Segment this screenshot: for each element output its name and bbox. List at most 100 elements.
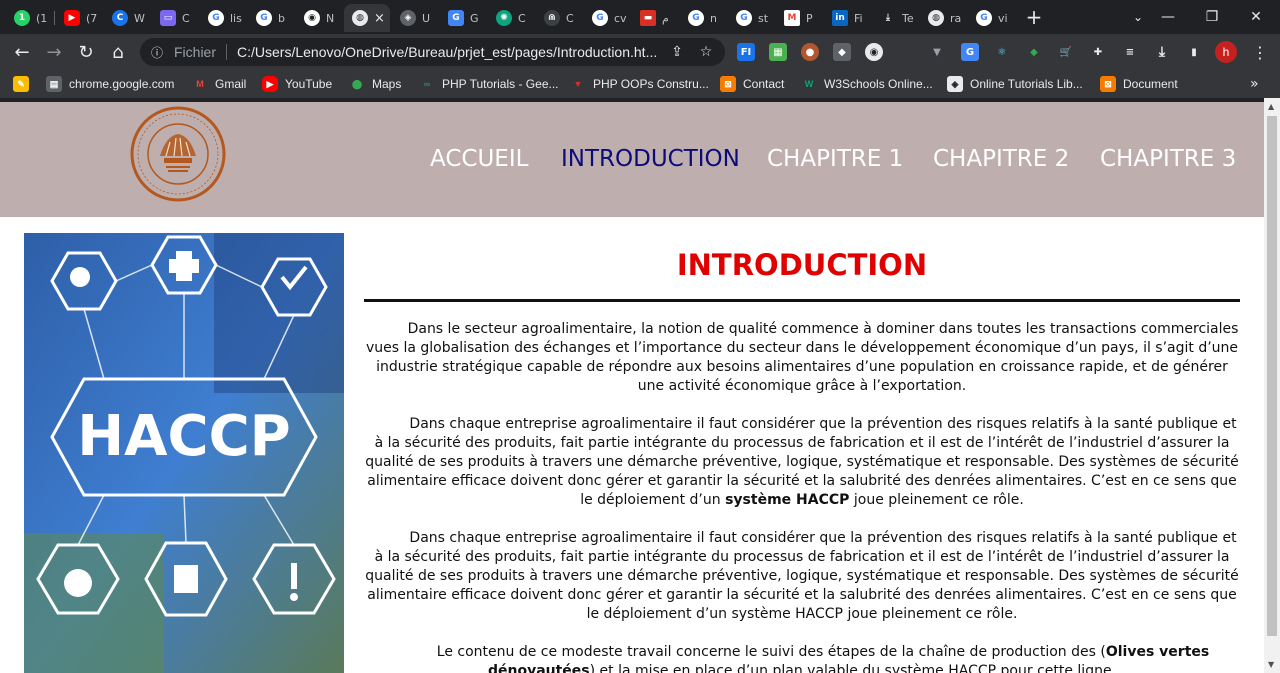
close-icon[interactable]: × [374, 11, 385, 26]
bookmark[interactable]: ⊠ Contact [720, 75, 784, 93]
bookmark[interactable]: ▼ PHP OOPs Constru... [570, 75, 709, 93]
extension-icon[interactable]: ◆ [1025, 43, 1043, 61]
tab[interactable]: Gvi [968, 4, 1016, 32]
info-icon[interactable]: ⓘ [146, 41, 168, 63]
bookmark[interactable]: ▤ chrome.google.com [46, 75, 174, 93]
tab[interactable]: ◈ U [392, 4, 440, 32]
google-translate-icon[interactable]: G [961, 43, 979, 61]
tab[interactable]: ▶ (7 [56, 4, 104, 32]
tab[interactable]: Gst [728, 4, 776, 32]
url-text[interactable]: C:/Users/Lenovo/OneDrive/Bureau/prjet_es… [237, 44, 667, 60]
bookmarks-overflow-button[interactable]: » [1250, 76, 1259, 92]
contact-icon: ⊠ [720, 76, 736, 92]
forward-button[interactable]: → [40, 38, 68, 66]
puzzle-icon[interactable]: ✚ [1089, 43, 1107, 61]
php-icon: ▼ [573, 79, 583, 89]
nav-chapitre-2[interactable]: CHAPITRE 2 [933, 146, 1069, 172]
profile-avatar[interactable]: h [1215, 41, 1237, 63]
minimize-button[interactable]: — [1146, 0, 1190, 34]
github-icon: ◉ [304, 10, 320, 26]
close-window-button[interactable]: ✕ [1234, 0, 1278, 34]
google-icon: G [736, 10, 752, 26]
apps-icon: ✎ [13, 76, 29, 92]
bookmark[interactable]: ∞ PHP Tutorials - Gee... [419, 75, 559, 93]
tab-active[interactable]: ◍ × [344, 4, 390, 32]
nav-chapitre-1[interactable]: CHAPITRE 1 [767, 146, 903, 172]
extension-icon[interactable]: FI [737, 43, 755, 61]
tab[interactable]: Gn [680, 4, 728, 32]
tab[interactable]: Glis [200, 4, 248, 32]
tab[interactable]: Gb [248, 4, 296, 32]
reload-icon: ↻ [78, 41, 94, 63]
layers-icon: ◈ [400, 10, 416, 26]
extension-icon[interactable]: ◉ [865, 43, 883, 61]
bookmark[interactable]: ⬤ Maps [349, 75, 401, 93]
extension-icon[interactable]: ▼ [928, 43, 946, 61]
bookmark[interactable]: W W3Schools Online... [801, 75, 933, 93]
page-title: INTRODUCTION [676, 248, 928, 282]
document-icon: ⊠ [1100, 76, 1116, 92]
gmail-icon: M [784, 10, 800, 26]
reload-button[interactable]: ↻ [72, 38, 100, 66]
google-icon: G [976, 10, 992, 26]
menu-button[interactable]: ⋮ [1246, 38, 1274, 66]
tab[interactable]: ▭ C [152, 4, 200, 32]
bookmark[interactable]: ⊠ Document [1100, 75, 1178, 93]
classroom-icon: ▭ [160, 10, 176, 26]
tab[interactable]: in Fi [824, 4, 872, 32]
scroll-up-icon[interactable]: ▲ [1268, 102, 1274, 111]
sidepanel-icon[interactable]: ▮ [1185, 43, 1203, 61]
site-header: ACCUEIL INTRODUCTION CHAPITRE 1 CHAPITRE… [0, 102, 1264, 217]
chrome-store-icon: ▤ [46, 76, 62, 92]
scrollbar-thumb[interactable] [1267, 116, 1277, 636]
download-icon: ⤓ [886, 13, 890, 23]
nav-accueil[interactable]: ACCUEIL [430, 146, 528, 172]
tab[interactable]: ◉ N [296, 4, 344, 32]
nav-chapitre-3[interactable]: CHAPITRE 3 [1100, 146, 1236, 172]
extension-icon[interactable]: ▦ [769, 43, 787, 61]
bookmark[interactable]: ◈ Online Tutorials Lib... [947, 75, 1083, 93]
page-viewport: ACCUEIL INTRODUCTION CHAPITRE 1 CHAPITRE… [0, 98, 1264, 673]
bookmark[interactable]: M Gmail [192, 75, 246, 93]
tab[interactable]: CW [104, 4, 152, 32]
extension-icon[interactable]: ◆ [833, 43, 851, 61]
tab[interactable]: MP [776, 4, 824, 32]
nav-introduction[interactable]: INTRODUCTION [561, 146, 740, 172]
flag-icon: ▬ [640, 10, 656, 26]
tab[interactable]: ⋒ C [536, 4, 584, 32]
cart-icon[interactable]: 🛒 [1057, 43, 1075, 61]
tab[interactable]: ✺ C [488, 4, 536, 32]
school-logo[interactable] [130, 106, 226, 202]
react-icon[interactable]: ⚛ [993, 43, 1011, 61]
new-tab-button[interactable]: + [1022, 6, 1046, 28]
tab[interactable]: Gcv [584, 4, 632, 32]
bookmark[interactable]: ▶ YouTube [262, 75, 332, 93]
media-icon[interactable]: ≡ [1121, 43, 1139, 61]
bookmark-apps[interactable]: ✎ [13, 75, 29, 93]
google-icon: G [208, 10, 224, 26]
url-scheme: Fichier [174, 44, 217, 60]
youtube-icon: ▶ [64, 10, 80, 26]
main-content: INTRODUCTION Dans le secteur agroaliment… [364, 233, 1240, 673]
maximize-button[interactable]: ❐ [1190, 0, 1234, 34]
page-scrollbar[interactable]: ▲ ▼ [1264, 98, 1280, 673]
scroll-down-icon[interactable]: ▼ [1268, 660, 1274, 669]
gmail-icon: M [196, 79, 204, 89]
download-icon[interactable]: ⤓ [1153, 43, 1171, 61]
home-icon: ⌂ [112, 41, 124, 63]
address-bar[interactable]: ⓘ Fichier C:/Users/Lenovo/OneDrive/Burea… [140, 38, 725, 66]
tab[interactable]: ▬ م [632, 4, 680, 32]
tab[interactable]: GG [440, 4, 488, 32]
youtube-icon: ▶ [262, 76, 278, 92]
url-separator [226, 44, 228, 60]
title-divider [364, 299, 1240, 302]
tab[interactable]: 1 (1 [6, 4, 54, 32]
share-icon[interactable]: ⇪ [668, 43, 686, 61]
bookmark-star-icon[interactable]: ☆ [697, 43, 715, 61]
home-button[interactable]: ⌂ [104, 38, 132, 66]
extension-icon[interactable]: ● [801, 43, 819, 61]
tab[interactable]: ◍ ra [920, 4, 968, 32]
tab[interactable]: ⤓ Te [872, 4, 920, 32]
back-button[interactable]: ← [8, 38, 36, 66]
paragraph-4: Le contenu de ce modeste travail concern… [364, 643, 1240, 673]
